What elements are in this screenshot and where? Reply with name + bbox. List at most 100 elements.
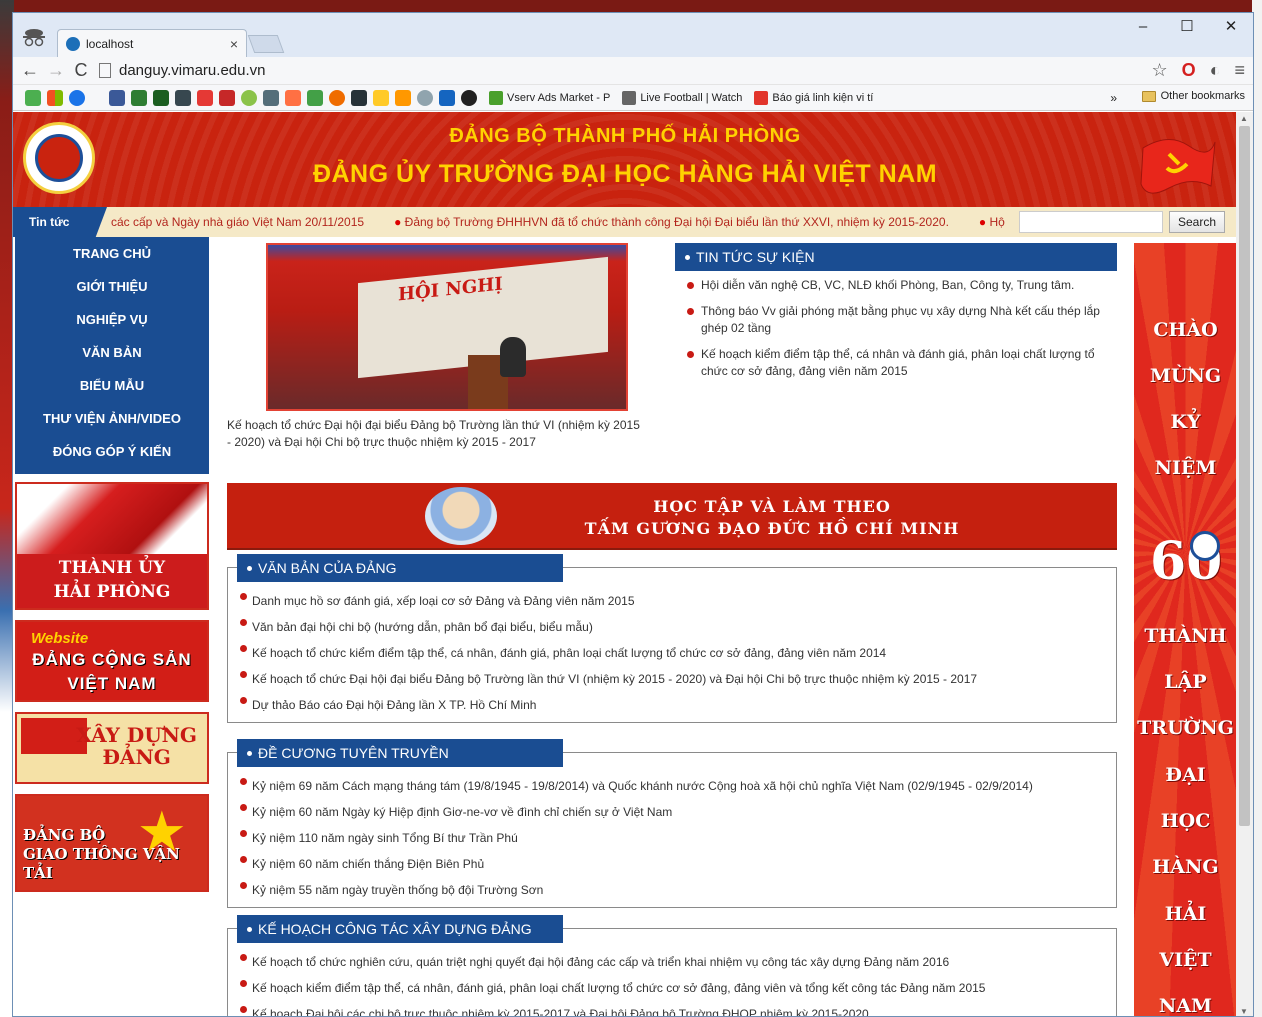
folder-icon	[1141, 90, 1156, 102]
featured-news-caption[interactable]: Kế hoạch tổ chức Đại hội đại biểu Đảng b…	[227, 417, 647, 451]
ticker-item[interactable]: ● Hộ	[979, 215, 1005, 229]
search-input[interactable]	[1018, 211, 1163, 233]
vertical-scrollbar[interactable]: ▲ ▼	[1236, 112, 1253, 1016]
forward-icon[interactable]: →	[47, 60, 65, 81]
scrollbar-thumb[interactable]	[1239, 126, 1250, 826]
doc-item[interactable]: Kế hoạch tổ chức nghiên cứu, quán triệt …	[238, 949, 1106, 975]
doc-item[interactable]: Kỷ niệm 69 năm Cách mạng tháng tám (19/8…	[238, 773, 1106, 799]
bullet-icon	[685, 254, 690, 260]
news-item[interactable]: Hội diễn văn nghệ CB, VC, NLĐ khối Phòng…	[685, 277, 1105, 294]
other-bookmarks-button[interactable]: Other bookmarks	[1141, 90, 1245, 102]
windows-icon[interactable]	[47, 89, 63, 106]
new-tab-button[interactable]	[247, 35, 285, 53]
menu-item-feedback[interactable]: ĐÓNG GÓP Ý KIẾN	[15, 435, 209, 468]
check-icon[interactable]	[197, 89, 213, 106]
xay-dung-dang-link[interactable]: XÂY DỰNG ĐẢNG	[15, 712, 209, 784]
doc-item[interactable]: Dự thảo Báo cáo Đại hội Đảng lần X TP. H…	[238, 692, 1106, 718]
dang-cong-san-website-link[interactable]: Website ĐẢNG CỘNG SẢN VIỆT NAM	[15, 620, 209, 702]
bookmark-label: Báo giá linh kiện vi tí	[772, 91, 874, 104]
browser-tab[interactable]: localhost ×	[57, 29, 247, 57]
banner-word: ĐẠI	[1165, 764, 1206, 786]
arrow-icon[interactable]	[417, 89, 433, 106]
doc-item[interactable]: Văn bản đại hội chi bộ (hướng dẫn, phân …	[238, 614, 1106, 640]
back-icon[interactable]: ←	[21, 60, 39, 81]
section-header: KẾ HOẠCH CÔNG TÁC XÂY DỰNG ĐẢNG	[237, 915, 563, 943]
menu-item-gallery[interactable]: THƯ VIỆN ẢNH/VIDEO	[15, 402, 209, 435]
section-header: VĂN BẢN CỦA ĐẢNG	[237, 554, 563, 582]
clock-icon[interactable]	[241, 89, 257, 106]
doc-item[interactable]: Kỷ niệm 60 năm chiến thắng Điện Biên Phủ	[238, 851, 1106, 877]
heart-icon[interactable]	[285, 89, 301, 106]
incognito-icon	[23, 29, 45, 47]
banner-word: NAM	[1158, 995, 1213, 1017]
close-window-button[interactable]: ✕	[1209, 13, 1253, 39]
anniversary-banner[interactable]: CHÀO MỪNG KỶ NIỆM 60 THÀNH LẬP TRƯỜNG ĐẠ…	[1134, 243, 1237, 1017]
football-icon[interactable]	[461, 89, 477, 106]
doc-item[interactable]: Kỷ niệm 110 năm ngày sinh Tổng Bí thư Tr…	[238, 825, 1106, 851]
e-icon[interactable]	[175, 89, 191, 106]
minimize-button[interactable]: –	[1121, 13, 1165, 39]
b-icon[interactable]	[219, 89, 235, 106]
bookmark-star-icon[interactable]: ☆	[1151, 60, 1167, 81]
doc-item[interactable]: Kỷ niệm 55 năm ngày truyền thống bộ đội …	[238, 877, 1106, 903]
doc-item[interactable]: Kế hoạch tổ chức kiểm điểm tập thể, cá n…	[238, 640, 1106, 666]
section-list: Danh mục hồ sơ đánh giá, xếp loại cơ sở …	[228, 568, 1116, 718]
scroll-down-icon[interactable]: ▼	[1240, 1007, 1248, 1016]
grid-icon[interactable]	[373, 89, 389, 106]
doc-item[interactable]: Kế hoạch Đại hội các chi bộ trực thuộc n…	[238, 1001, 1106, 1016]
menu-item-documents[interactable]: VĂN BẢN	[15, 336, 209, 369]
doc-item[interactable]: Kế hoạch kiểm điểm tập thể, cá nhân, đán…	[238, 975, 1106, 1001]
doc-item[interactable]: Kế hoạch tổ chức Đại hội đại biểu Đảng b…	[238, 666, 1106, 692]
section-box: Kỷ niệm 69 năm Cách mạng tháng tám (19/8…	[227, 752, 1117, 908]
facebook-icon[interactable]	[109, 89, 125, 106]
menu-item-about[interactable]: GIỚI THIỆU	[15, 270, 209, 303]
square-icon[interactable]	[439, 89, 455, 106]
live-icon	[622, 90, 637, 105]
menu-item-home[interactable]: TRANG CHỦ	[15, 237, 209, 270]
section-list: Kỷ niệm 69 năm Cách mạng tháng tám (19/8…	[228, 753, 1116, 903]
address-bar[interactable]: danguy.vimaru.edu.vn	[99, 59, 1141, 83]
featured-news-image[interactable]: HỘI NGHỊ	[266, 243, 628, 411]
apps-icon[interactable]	[25, 89, 41, 106]
tab-strip: localhost × – ☐ ✕	[13, 13, 1253, 57]
bookmark-vserv[interactable]: Vserv Ads Market - P	[489, 90, 610, 105]
browser-window: localhost × – ☐ ✕ ← → C danguy.vimaru.ed…	[12, 12, 1254, 1017]
bookmarks-bar: Vserv Ads Market - P Live Football | Wat…	[13, 85, 1253, 111]
bookmarks-overflow-button[interactable]: »	[1110, 91, 1117, 105]
ticker-item[interactable]: ● Đảng bộ Trường ĐHHHVN đã tổ chức thành…	[394, 215, 949, 229]
news-item[interactable]: Kế hoạch kiểm điểm tập thể, cá nhân và đ…	[685, 346, 1105, 380]
doc-item[interactable]: Kỷ niệm 60 năm Ngày ký Hiệp định Giơ-ne-…	[238, 799, 1106, 825]
dang-bo-gtvt-link[interactable]: ★ ĐẢNG BỘ GIAO THÔNG VẬN TẢI	[15, 794, 209, 892]
doc-item[interactable]: Danh mục hồ sơ đánh giá, xếp loại cơ sở …	[238, 588, 1106, 614]
d-icon[interactable]	[153, 89, 169, 106]
menu-icon[interactable]: ≡	[1234, 60, 1245, 81]
gsm-icon[interactable]	[351, 89, 367, 106]
search-button[interactable]: Search	[1168, 211, 1225, 233]
ticker-text[interactable]: các cấp và Ngày nhà giáo Việt Nam 20/11/…	[107, 215, 1019, 229]
globe-icon[interactable]	[329, 89, 345, 106]
leaf-icon[interactable]	[131, 89, 147, 106]
reload-icon[interactable]: C	[73, 60, 89, 81]
news-item[interactable]: Thông báo Vv giải phóng mặt bằng phục vụ…	[685, 303, 1105, 337]
thanh-uy-hai-phong-link[interactable]: THÀNH ỦY HẢI PHÒNG	[15, 482, 209, 610]
z-icon[interactable]	[263, 89, 279, 106]
ticker-label: Tin tức	[13, 207, 107, 237]
ghost-extension-icon[interactable]: ◐	[1210, 60, 1221, 81]
box-icon[interactable]	[395, 89, 411, 106]
news-list: Hội diễn văn nghệ CB, VC, NLĐ khối Phòng…	[685, 277, 1105, 389]
zalo-icon[interactable]	[307, 89, 323, 106]
section-title: ĐỀ CƯƠNG TUYÊN TRUYỀN	[258, 745, 449, 761]
ticker-item[interactable]: các cấp và Ngày nhà giáo Việt Nam 20/11/…	[111, 215, 364, 229]
opera-icon[interactable]	[69, 89, 85, 106]
tab-close-icon[interactable]: ×	[230, 36, 238, 52]
bookmark-live-football[interactable]: Live Football | Watch	[622, 90, 742, 105]
ho-chi-minh-banner[interactable]: HỌC TẬP VÀ LÀM THEO TẤM GƯƠNG ĐẠO ĐỨC HỒ…	[227, 483, 1117, 550]
bookmark-bao-gia[interactable]: Báo giá linh kiện vi tí	[754, 90, 874, 105]
maximize-button[interactable]: ☐	[1165, 13, 1209, 39]
banner-word: LẬP	[1164, 671, 1207, 693]
scroll-up-icon[interactable]: ▲	[1240, 114, 1248, 123]
menu-item-operations[interactable]: NGHIỆP VỤ	[15, 303, 209, 336]
menu-item-forms[interactable]: BIỂU MẪU	[15, 369, 209, 402]
opera-extension-icon[interactable]: O	[1182, 60, 1196, 81]
page-icon	[99, 63, 111, 78]
